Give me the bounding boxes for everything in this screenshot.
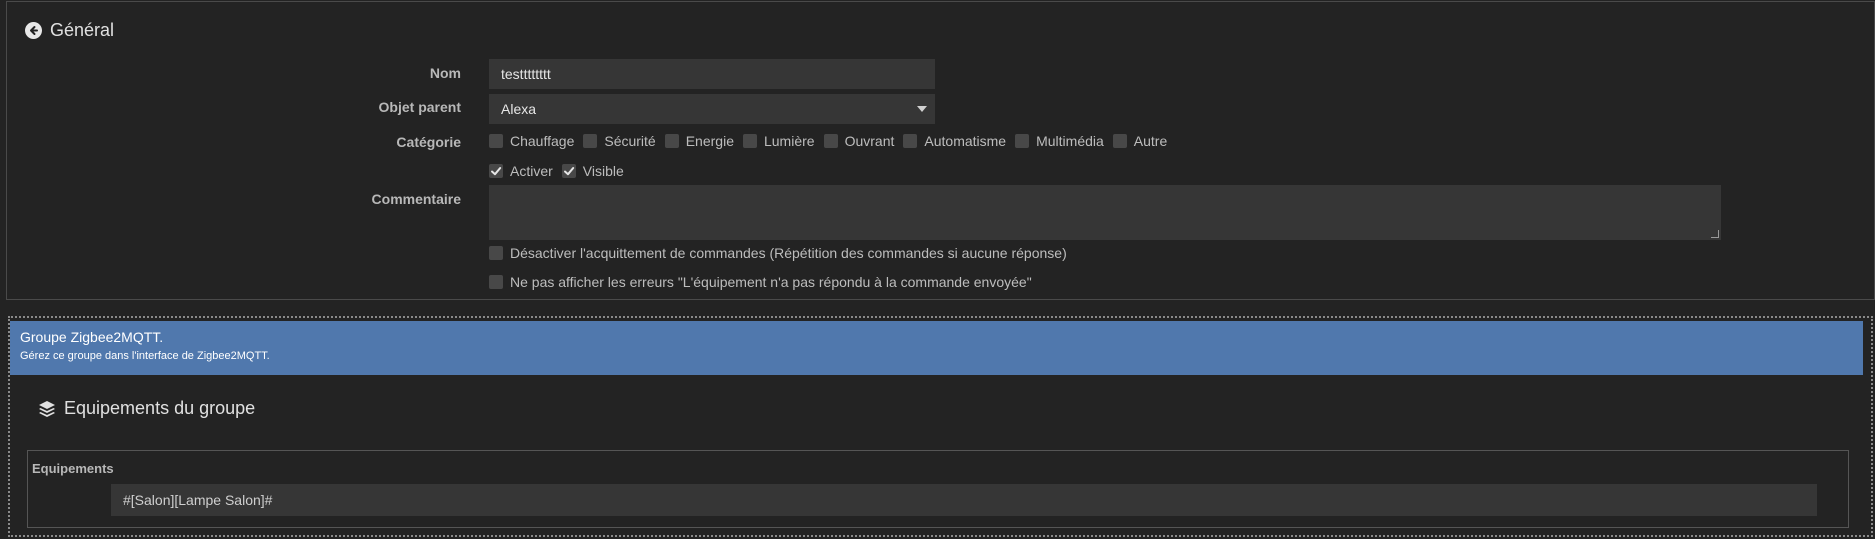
info-alert: Groupe Zigbee2MQTT. Gérez ce groupe dans…	[10, 321, 1863, 375]
checkbox[interactable]	[583, 134, 598, 148]
activer-checkbox[interactable]: Activer	[489, 163, 553, 179]
checkbox[interactable]	[664, 134, 679, 148]
commentaire-textarea[interactable]	[489, 185, 1721, 240]
checkbox[interactable]	[489, 246, 503, 260]
categorie-lumiere[interactable]: Lumière	[742, 133, 815, 149]
equipements-box: Equipements #[Salon][Lampe Salon]#	[27, 450, 1849, 528]
check-icon[interactable]	[489, 164, 503, 178]
checkbox[interactable]	[1112, 134, 1127, 148]
equipements-input[interactable]: #[Salon][Lampe Salon]#	[111, 484, 1817, 516]
visible-checkbox[interactable]: Visible	[561, 163, 624, 179]
categorie-automatisme[interactable]: Automatisme	[903, 133, 1006, 149]
objet-parent-value: Alexa	[501, 101, 537, 117]
resize-grip-icon[interactable]	[1711, 230, 1719, 238]
group-title: Equipements du groupe	[64, 398, 256, 418]
caret-down-icon	[917, 106, 927, 112]
nom-input[interactable]: testttttttt	[489, 59, 935, 89]
layers-icon	[38, 400, 56, 417]
checkbox[interactable]	[903, 134, 918, 148]
alert-title: Groupe Zigbee2MQTT.	[20, 329, 164, 345]
checkbox[interactable]	[823, 134, 838, 148]
categorie-energie[interactable]: Energie	[664, 133, 734, 149]
checkbox[interactable]	[742, 134, 757, 148]
nom-label: Nom	[429, 65, 461, 81]
desactiver-ack-checkbox[interactable]: Désactiver l'acquittement de commandes (…	[489, 245, 1067, 261]
general-title: Général	[50, 20, 115, 40]
commentaire-label: Commentaire	[371, 191, 461, 207]
checkbox[interactable]	[1015, 134, 1030, 148]
general-fieldset: Général Nom testttttttt Objet parent Ale…	[6, 1, 1875, 300]
categorie-options: Chauffage Sécurité Energie Lumière Ouvra…	[489, 133, 1176, 149]
categorie-ouvrant[interactable]: Ouvrant	[823, 133, 894, 149]
categorie-autre[interactable]: Autre	[1112, 133, 1167, 149]
ne-pas-afficher-checkbox[interactable]: Ne pas afficher les erreurs "L'équipemen…	[489, 274, 1032, 290]
group-heading: Equipements du groupe	[38, 398, 255, 419]
errors-option: Ne pas afficher les erreurs "L'équipemen…	[489, 274, 1041, 290]
check-icon[interactable]	[561, 164, 576, 178]
general-legend: Général	[25, 20, 114, 41]
checkbox[interactable]	[489, 134, 503, 148]
categorie-chauffage[interactable]: Chauffage	[489, 133, 574, 149]
categorie-multimedia[interactable]: Multimédia	[1015, 133, 1104, 149]
alert-subtitle: Gérez ce groupe dans l'interface de Zigb…	[20, 350, 270, 362]
objet-parent-label: Objet parent	[378, 99, 461, 115]
checkbox[interactable]	[489, 275, 503, 289]
nom-value: testttttttt	[501, 66, 551, 82]
arrow-circle-left-icon[interactable]	[25, 22, 42, 39]
equipements-value: #[Salon][Lampe Salon]#	[123, 492, 273, 508]
ack-option: Désactiver l'acquittement de commandes (…	[489, 245, 1076, 261]
state-options: Activer Visible	[489, 163, 633, 179]
categorie-label: Catégorie	[396, 134, 461, 150]
objet-parent-select[interactable]: Alexa	[489, 94, 935, 124]
categorie-securite[interactable]: Sécurité	[583, 133, 656, 149]
equipements-label: Equipements	[32, 461, 114, 476]
